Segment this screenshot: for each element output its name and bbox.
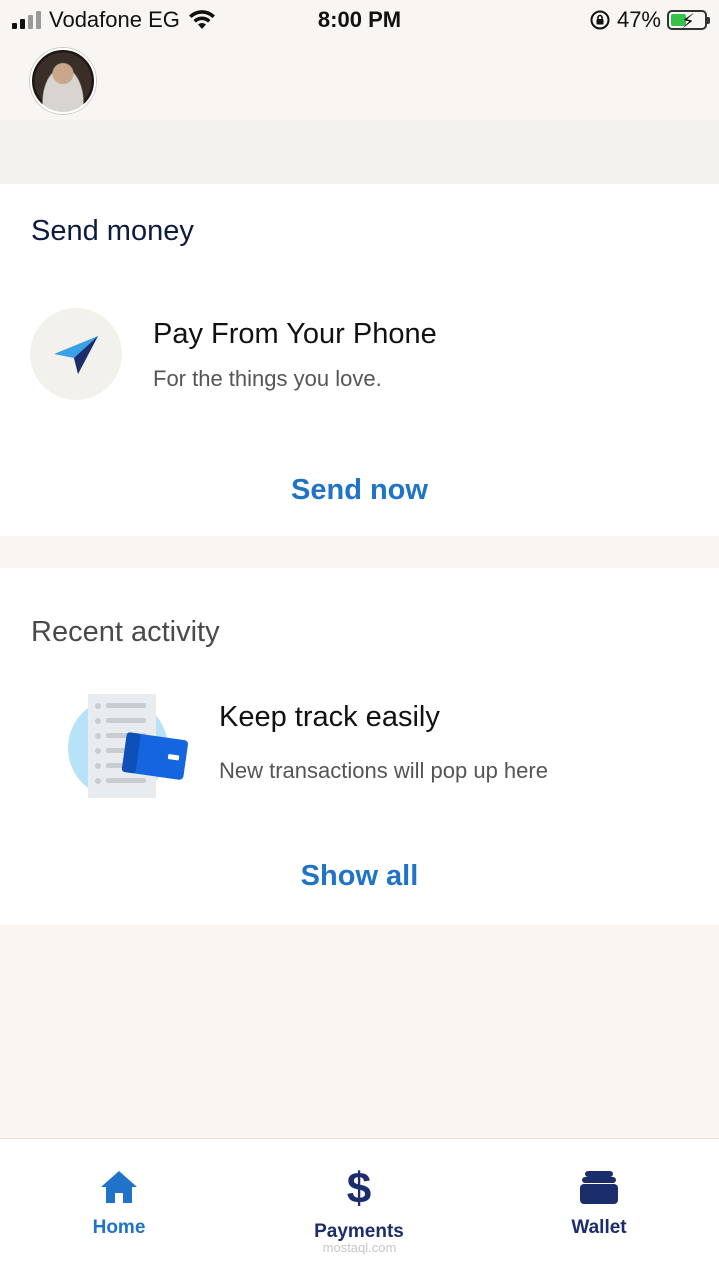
- header-divider: [0, 120, 719, 184]
- status-right: 47% ⚡: [589, 7, 710, 33]
- orientation-lock-icon: [590, 10, 610, 30]
- battery-percent: 47%: [616, 7, 661, 32]
- signal-icon: [12, 11, 41, 29]
- status-left: Vodafone EG: [12, 7, 216, 33]
- paper-plane-icon: [30, 308, 122, 400]
- user-avatar[interactable]: [30, 48, 96, 114]
- receipt-card-illustration: [68, 694, 188, 798]
- nav-wallet[interactable]: Wallet: [519, 1167, 679, 1239]
- send-feature-title: Pay From Your Phone: [153, 318, 437, 350]
- carrier-label: Vodafone EG: [49, 7, 180, 32]
- send-money-card: Send money Pay From Your Phone For the t…: [0, 184, 719, 536]
- wallet-icon: [580, 1171, 618, 1204]
- recent-activity-title: Recent activity: [31, 616, 220, 648]
- nav-payments[interactable]: $ Payments: [279, 1167, 439, 1243]
- nav-home[interactable]: Home: [39, 1167, 199, 1239]
- recent-feature-title: Keep track easily: [219, 701, 440, 733]
- wifi-icon: [188, 10, 215, 29]
- send-feature-subtitle: For the things you love.: [153, 366, 382, 391]
- send-now-button[interactable]: Send now: [0, 474, 719, 507]
- status-bar: Vodafone EG 8:00 PM 47% ⚡: [0, 0, 719, 40]
- send-money-title: Send money: [31, 215, 194, 247]
- battery-charging-icon: ⚡: [667, 10, 710, 33]
- watermark: mostaql.com: [322, 1240, 397, 1255]
- nav-wallet-label: Wallet: [571, 1217, 627, 1238]
- show-all-button[interactable]: Show all: [0, 860, 719, 893]
- recent-feature-subtitle: New transactions will pop up here: [219, 758, 548, 783]
- header: [0, 40, 719, 184]
- dollar-icon: $: [346, 1164, 372, 1213]
- recent-activity-card: Recent activity Keep track easily New tr…: [0, 568, 719, 925]
- nav-home-label: Home: [92, 1217, 146, 1238]
- home-icon: [101, 1171, 137, 1203]
- bottom-nav: Home $ Payments Wallet: [0, 1138, 719, 1280]
